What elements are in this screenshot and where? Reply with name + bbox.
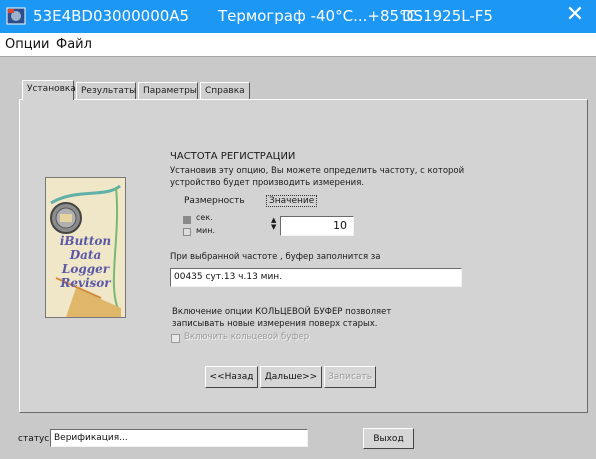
ring-buffer-checkbox[interactable]: [171, 334, 180, 343]
value-spinner-input[interactable]: 10: [280, 216, 354, 236]
unit-minutes-radio[interactable]: [183, 228, 191, 236]
unit-seconds-label: сек.: [196, 213, 213, 222]
ring-buffer-checkbox-label: Включить кольцевой буфер: [184, 332, 310, 342]
unit-minutes-label: мин.: [196, 226, 216, 235]
close-icon[interactable]: ✕: [562, 3, 588, 27]
app-icon: [6, 7, 26, 25]
window-model: DS1925L-F5: [402, 7, 493, 25]
description-line-2: устройство будет производить измерения.: [170, 178, 365, 188]
unit-seconds-radio[interactable]: [183, 216, 191, 224]
frequency-heading: ЧАСТОТА РЕГИСТРАЦИИ: [170, 151, 296, 162]
window-serial: 53E4BD03000000A5: [33, 7, 190, 25]
window-device-name: Термограф -40°C...+85°C: [218, 7, 417, 25]
logo-word-data: Data: [69, 248, 102, 262]
next-button[interactable]: Дальше>>: [260, 366, 322, 388]
menu-options[interactable]: Опции: [5, 37, 49, 52]
tab-help[interactable]: Справка: [200, 82, 250, 99]
back-button[interactable]: <<Назад: [205, 366, 258, 388]
fill-time-label: При выбранной частоте , буфер заполнится…: [170, 252, 381, 262]
status-label: статус: [18, 434, 50, 444]
tab-setup[interactable]: Установка: [22, 80, 76, 100]
fill-time-field: 00435 сут.13 ч.13 мин.: [170, 268, 462, 287]
value-label: Значение: [266, 195, 318, 207]
menu-file[interactable]: Файл: [56, 37, 92, 52]
ring-buffer-line-2: записывать новые измерения поверх старых…: [172, 319, 378, 329]
logo-word-ibutton: iButton: [59, 234, 112, 248]
logo-word-revisor: Revisor: [60, 276, 111, 290]
logo-word-logger: Logger: [61, 262, 110, 276]
ring-buffer-line-1: Включение опции КОЛЬЦЕВОЙ БУФЕР позволяе…: [172, 307, 392, 317]
write-button[interactable]: Записать: [324, 366, 376, 388]
menu-bar: Опции Файл: [0, 33, 596, 57]
tab-parameters[interactable]: Параметры: [138, 82, 198, 99]
tab-results[interactable]: Результаты: [76, 82, 136, 99]
status-field: Верификация...: [50, 429, 308, 447]
description-line-1: Установив эту опцию, Вы можете определит…: [170, 166, 465, 176]
exit-button[interactable]: Выход: [363, 428, 414, 449]
ibutton-logo: iButton Data Logger Revisor: [45, 177, 126, 318]
title-bar: 53E4BD03000000A5 Термограф -40°C...+85°C…: [0, 0, 596, 33]
dimension-label: Размерность: [184, 196, 245, 206]
spinner-arrows-icon[interactable]: ▲ ▼: [271, 217, 276, 231]
